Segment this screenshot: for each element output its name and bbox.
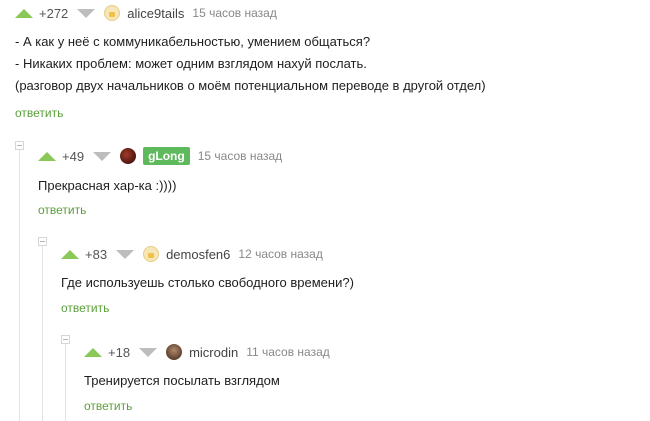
downvote-icon[interactable] (139, 347, 158, 357)
reply-link[interactable]: ответить (38, 203, 86, 217)
avatar[interactable] (104, 5, 121, 21)
comment-line: - Никаких проблем: может одним взглядом … (15, 56, 367, 71)
collapse-toggle-icon[interactable] (15, 141, 24, 150)
upvote-icon[interactable] (84, 347, 102, 357)
reply-link[interactable]: ответить (61, 301, 109, 315)
avatar[interactable] (120, 148, 137, 164)
comment-time[interactable]: 15 часов назад (192, 6, 276, 20)
comment-line: Тренируется посылать взглядом (84, 373, 280, 388)
comment-line: Прекрасная хар-ка :)))) (38, 178, 177, 193)
avatar[interactable] (143, 246, 160, 262)
comment-header: +272 alice9tails 15 часов назад (15, 3, 277, 23)
thread-line-2 (42, 242, 43, 421)
reply-link[interactable]: ответить (15, 106, 63, 120)
comment-header: +18 microdin 11 часов назад (84, 342, 330, 362)
comment-header: +49 gLong 15 часов назад (38, 146, 282, 166)
comment-time[interactable]: 15 часов назад (198, 149, 282, 163)
comment-author[interactable]: demosfen6 (166, 247, 230, 262)
downvote-icon[interactable] (77, 8, 96, 18)
comment-time[interactable]: 11 часов назад (246, 345, 330, 359)
comment-rating: +83 (85, 246, 108, 262)
avatar[interactable] (166, 344, 183, 360)
upvote-icon[interactable] (38, 151, 56, 161)
comment-author[interactable]: microdin (189, 345, 238, 360)
comment-rating: +49 (62, 148, 85, 164)
comment-text: Прекрасная хар-ка :)))) (38, 175, 176, 197)
comment-time[interactable]: 12 часов назад (238, 247, 322, 261)
comment-rating: +272 (39, 5, 69, 21)
thread-line-3 (65, 340, 66, 421)
comment-text: - А как у неё с коммуникабельностью, уме… (15, 31, 486, 97)
collapse-toggle-icon[interactable] (61, 335, 70, 344)
comment-line: Где используешь столько свободного време… (61, 275, 354, 290)
comment-header: +83 demosfen6 12 часов назад (61, 244, 323, 264)
upvote-icon[interactable] (15, 8, 33, 18)
thread-line-1 (19, 146, 20, 421)
comment-author[interactable]: gLong (143, 147, 190, 165)
comment-rating: +18 (108, 344, 131, 360)
comment-text: Тренируется посылать взглядом (84, 370, 280, 392)
comment-author[interactable]: alice9tails (127, 6, 184, 21)
collapse-toggle-icon[interactable] (38, 237, 47, 246)
reply-link[interactable]: ответить (84, 399, 132, 413)
comment-text: Где используешь столько свободного време… (61, 272, 354, 294)
downvote-icon[interactable] (116, 249, 135, 259)
comment-line: (разговор двух начальников о моём потенц… (15, 78, 486, 93)
comment-line: - А как у неё с коммуникабельностью, уме… (15, 34, 371, 49)
upvote-icon[interactable] (61, 249, 79, 259)
downvote-icon[interactable] (93, 151, 112, 161)
